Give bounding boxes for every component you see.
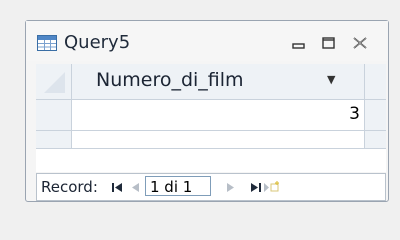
datasheet-view-icon xyxy=(37,35,57,51)
row-filler xyxy=(365,100,386,131)
new-record-icon[interactable] xyxy=(263,179,279,195)
restore-icon[interactable] xyxy=(320,35,338,51)
last-record-icon[interactable] xyxy=(249,179,263,195)
table-cell[interactable]: 3 xyxy=(72,100,365,131)
close-icon[interactable] xyxy=(351,35,369,51)
title-bar[interactable]: Query5 xyxy=(26,21,388,61)
column-header-numero-di-film[interactable]: Numero_di_film ▼ xyxy=(72,64,365,100)
window-title: Query5 xyxy=(64,32,131,53)
new-row-cell[interactable] xyxy=(72,131,365,149)
minimize-icon[interactable] xyxy=(290,35,308,51)
record-label: Record: xyxy=(41,178,98,196)
new-row-filler xyxy=(365,131,386,149)
current-record-input[interactable]: 1 di 1 xyxy=(145,176,211,196)
next-record-icon[interactable] xyxy=(224,179,238,195)
header-filler xyxy=(365,64,386,100)
row-selector[interactable] xyxy=(36,100,72,131)
select-all-cell[interactable] xyxy=(36,64,72,100)
chevron-down-icon[interactable]: ▼ xyxy=(327,73,335,86)
datasheet-grid: Numero_di_film ▼ 3 xyxy=(36,64,386,172)
query-window: Query5 Numero_di_film ▼ 3 Record: 1 di 1 xyxy=(25,20,389,202)
column-header-label: Numero_di_film xyxy=(96,69,244,91)
previous-record-icon[interactable] xyxy=(129,179,143,195)
record-navigation-bar: Record: 1 di 1 xyxy=(36,173,386,201)
new-row-selector[interactable] xyxy=(36,131,72,149)
cell-value: 3 xyxy=(349,104,360,124)
first-record-icon[interactable] xyxy=(110,179,124,195)
